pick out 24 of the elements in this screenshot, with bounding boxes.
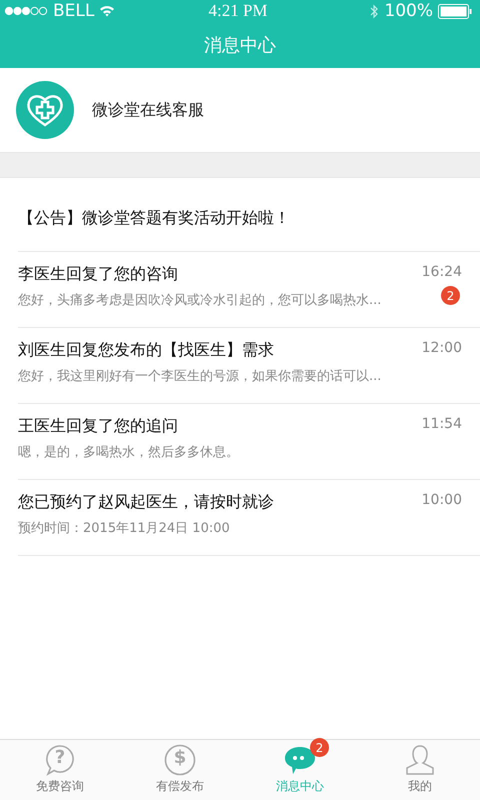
carrier-name: BELL (53, 1, 94, 21)
chat-bubble-icon (283, 745, 317, 775)
heart-cross-icon (16, 81, 74, 139)
message-item[interactable]: 您已预约了赵风起医生，请按时就诊 预约时间：2015年11月24日 10:00 10:00 (18, 480, 480, 556)
announcement[interactable]: 【公告】微诊堂答题有奖活动开始啦！ (18, 178, 480, 252)
tab-item[interactable]: ? 免费咨询 (0, 740, 120, 800)
message-item[interactable]: 刘医生回复您发布的【找医生】需求 您好，我这里刚好有一个李医生的号源，如果你需要的话可以... 12:00 (18, 328, 480, 404)
battery-icon (438, 4, 472, 18)
speech-bubble-icon (45, 744, 75, 776)
unread-badge: 2 (441, 286, 460, 305)
message-item[interactable]: 李医生回复了您的咨询 您好，头痛多考虑是因吹冷风或冷水引起的，您可以多喝热水... 16:24 2 (18, 252, 480, 328)
circle-icon (164, 744, 196, 776)
nav-title: 消息中心 (204, 34, 276, 57)
tab-item[interactable]: $ 有偿发布 (120, 740, 240, 800)
status-time: 4:21 PM (208, 1, 268, 21)
service-item[interactable]: 微诊堂在线客服 (0, 68, 480, 152)
message-item[interactable]: 王医生回复了您的追问 嗯，是的，多喝热水，然后多多休息。 11:54 (18, 404, 480, 480)
bluetooth-icon (370, 4, 380, 18)
unread-badge: 2 (310, 738, 329, 757)
battery-percent: 100% (384, 1, 433, 21)
signal-icon (4, 6, 48, 16)
tab-item[interactable]: 我的 (360, 740, 480, 800)
wifi-icon (99, 5, 116, 17)
tab-item[interactable]: 2 消息中心 (240, 740, 360, 800)
